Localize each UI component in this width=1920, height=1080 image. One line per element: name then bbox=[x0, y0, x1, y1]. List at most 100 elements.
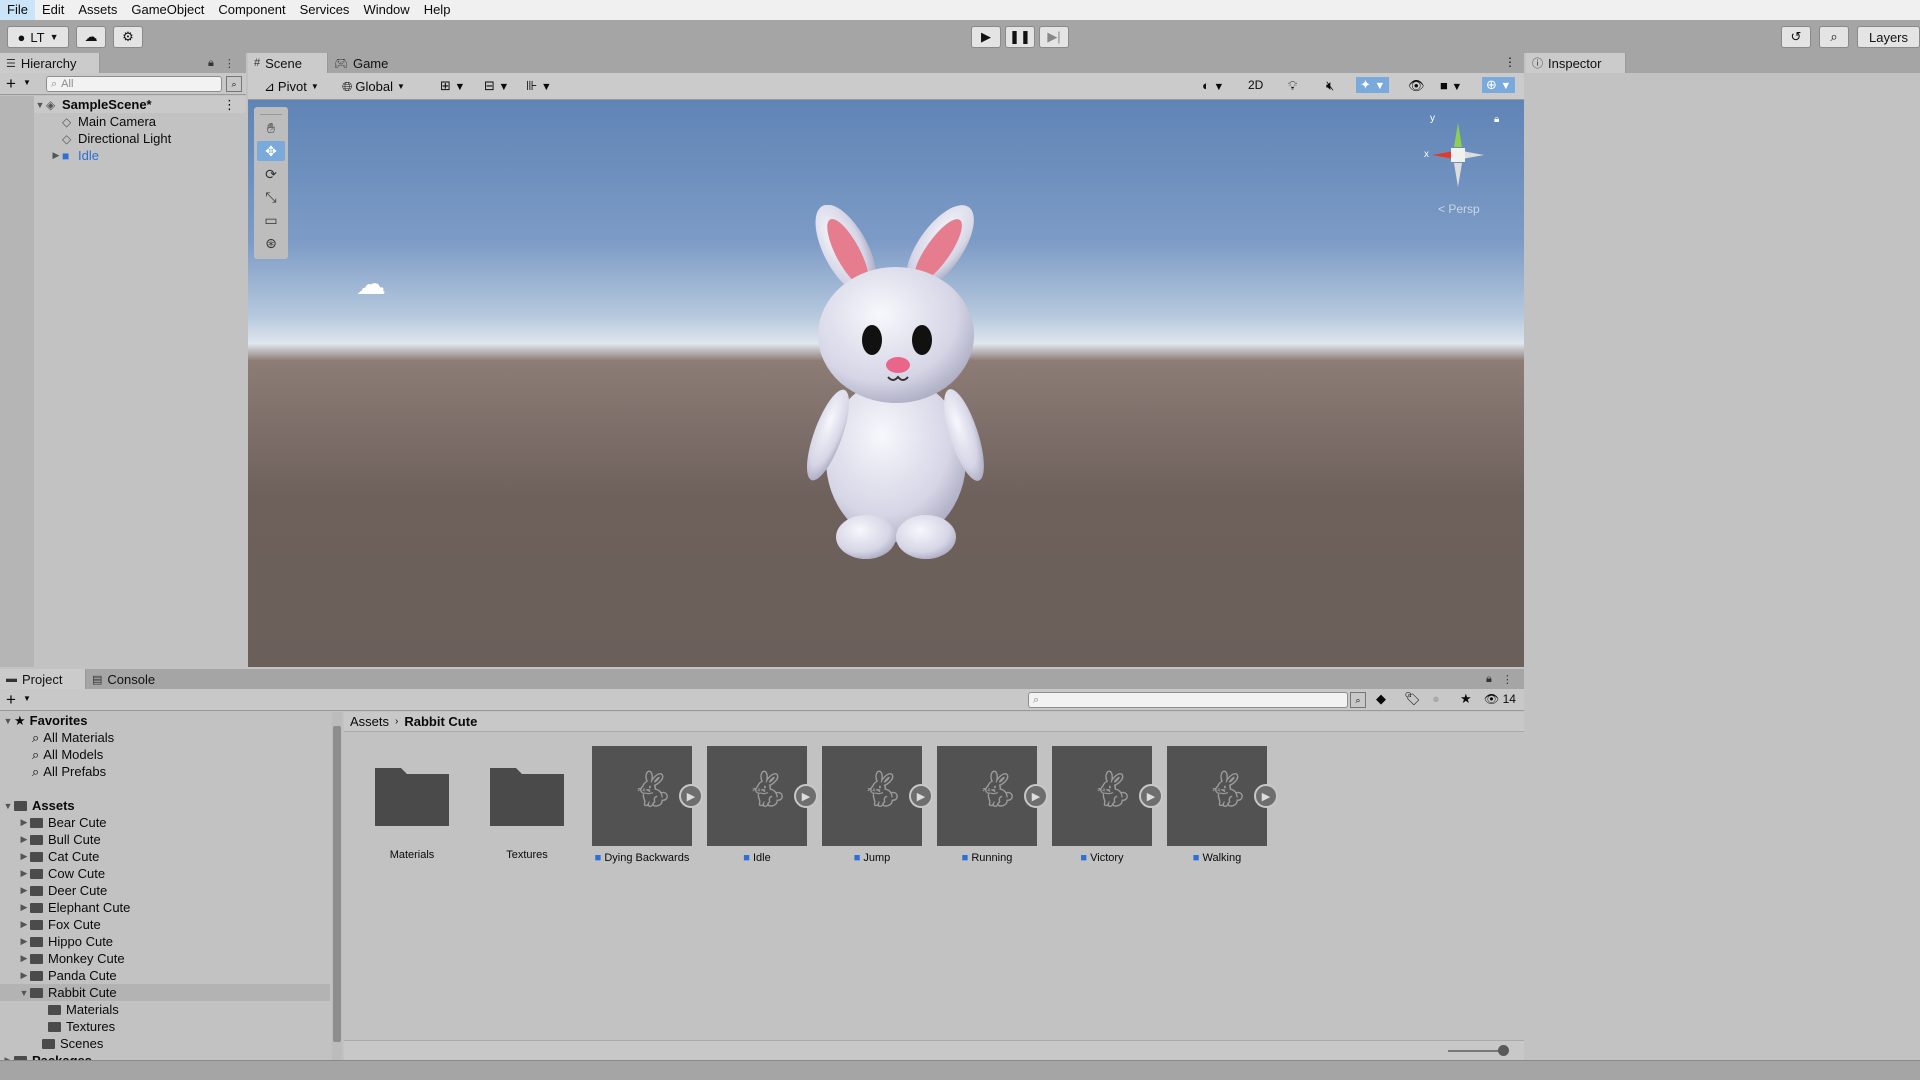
collapsed-arrow-icon[interactable]: ▶ bbox=[18, 970, 30, 981]
history-button[interactable]: ↺ bbox=[1781, 26, 1811, 48]
asset-animation[interactable]: 🐇︎ ▶ ■ Dying Backwards bbox=[592, 746, 703, 864]
collapsed-arrow-icon[interactable]: ▶ bbox=[18, 868, 30, 879]
lock-icon[interactable]: 🔒︎ bbox=[1486, 673, 1492, 686]
tab-hierarchy[interactable]: ☰ Hierarchy bbox=[0, 53, 100, 73]
favorite-star-icon[interactable]: ★ bbox=[1460, 691, 1472, 707]
asset-animation[interactable]: 🐇︎ ▶ ■ Victory bbox=[1052, 746, 1163, 864]
menu-help[interactable]: Help bbox=[417, 0, 458, 20]
asset-animation[interactable]: 🐇︎ ▶ ■ Running bbox=[937, 746, 1048, 864]
expand-arrow-icon[interactable]: ▼ bbox=[2, 801, 14, 811]
asset-animation[interactable]: 🐇︎ ▶ ■ Walking bbox=[1167, 746, 1278, 864]
palette-grip[interactable] bbox=[260, 107, 282, 115]
menu-edit[interactable]: Edit bbox=[35, 0, 71, 20]
gizmos-icon[interactable]: ⊕ ▼ bbox=[1482, 77, 1516, 93]
breadcrumb-current[interactable]: Rabbit Cute bbox=[404, 714, 477, 729]
play-icon[interactable]: ▶ bbox=[1024, 784, 1048, 808]
scene-search-icon[interactable]: ⌕ bbox=[226, 76, 242, 92]
hierarchy-item-main-camera[interactable]: ◇ Main Camera bbox=[62, 113, 156, 130]
hierarchy-item-idle[interactable]: ▶ ■ Idle bbox=[50, 147, 99, 164]
transform-tool-icon[interactable]: ⊛ bbox=[257, 233, 285, 253]
subfolder-row[interactable]: Textures bbox=[48, 1018, 115, 1035]
favorite-item[interactable]: ⌕ All Materials bbox=[32, 729, 114, 746]
project-search-input[interactable]: ⌕ bbox=[1028, 692, 1348, 708]
collapsed-arrow-icon[interactable]: ▶ bbox=[18, 902, 30, 913]
collapsed-arrow-icon[interactable]: ▶ bbox=[50, 150, 62, 161]
kebab-menu-icon[interactable]: ⋮ bbox=[1502, 673, 1513, 686]
expand-arrow-icon[interactable]: ▼ bbox=[2, 716, 14, 726]
tab-scene[interactable]: # Scene bbox=[248, 53, 328, 73]
collapsed-arrow-icon[interactable]: ▶ bbox=[18, 851, 30, 862]
collapsed-arrow-icon[interactable]: ▶ bbox=[18, 936, 30, 947]
expand-arrow-icon[interactable]: ▼ bbox=[34, 100, 46, 110]
add-icon[interactable]: + bbox=[6, 74, 16, 94]
asset-folder-row[interactable]: ▶ Monkey Cute bbox=[18, 950, 125, 967]
asset-folder-row[interactable]: ▶ Cat Cute bbox=[18, 848, 100, 865]
asset-folder-row[interactable]: ▶ Deer Cute bbox=[18, 882, 108, 899]
lock-icon[interactable]: 🔒︎ bbox=[1494, 114, 1499, 125]
menu-component[interactable]: Component bbox=[211, 0, 292, 20]
breadcrumb-assets[interactable]: Assets bbox=[350, 714, 389, 729]
add-icon[interactable]: + bbox=[6, 690, 16, 710]
scenes-folder-row[interactable]: Scenes bbox=[30, 1035, 103, 1052]
play-icon[interactable]: ▶ bbox=[909, 784, 933, 808]
favorite-item[interactable]: ⌕ All Prefabs bbox=[32, 763, 106, 780]
hand-tool-icon[interactable]: ✋︎ bbox=[257, 118, 285, 138]
filter-log-icon[interactable]: ● bbox=[1432, 691, 1440, 706]
hierarchy-search-input[interactable]: ⌕ All bbox=[46, 76, 222, 92]
tab-game[interactable]: 🎮︎ Game bbox=[328, 53, 408, 73]
hierarchy-item-directional-light[interactable]: ◇ Directional Light bbox=[62, 130, 171, 147]
asset-folder-row-selected[interactable]: ▼ Rabbit Cute bbox=[0, 984, 330, 1001]
assets-root-row[interactable]: ▼ Assets bbox=[2, 797, 75, 814]
favorite-item[interactable]: ⌕ All Models bbox=[32, 746, 103, 763]
asset-folder-row[interactable]: ▶ Panda Cute bbox=[18, 967, 117, 984]
effects-icon[interactable]: ✦ ▼ bbox=[1356, 77, 1390, 93]
kebab-menu-icon[interactable]: ⋮ bbox=[223, 97, 236, 113]
tab-project[interactable]: ▬ Project bbox=[0, 669, 86, 689]
global-dropdown[interactable]: 🌐︎ Global ▼ bbox=[342, 77, 405, 96]
asset-folder-row[interactable]: ▶ Bear Cute bbox=[18, 814, 107, 831]
play-icon[interactable]: ▶ bbox=[794, 784, 818, 808]
asset-folder-textures[interactable] bbox=[488, 764, 566, 828]
rotate-tool-icon[interactable]: ⟳ bbox=[257, 164, 285, 184]
zoom-slider-track[interactable] bbox=[1448, 1050, 1504, 1052]
hidden-packages-toggle[interactable]: 👁︎ 14 bbox=[1484, 692, 1516, 706]
layers-dropdown[interactable]: Layers bbox=[1857, 26, 1920, 48]
play-icon[interactable]: ▶ bbox=[679, 784, 703, 808]
rect-tool-icon[interactable]: ▭ bbox=[257, 210, 285, 230]
play-icon[interactable]: ▶ bbox=[1139, 784, 1163, 808]
scrollbar-thumb[interactable] bbox=[333, 726, 341, 1042]
menu-assets[interactable]: Assets bbox=[71, 0, 124, 20]
menu-window[interactable]: Window bbox=[356, 0, 416, 20]
chevron-down-icon[interactable]: ▼ bbox=[23, 78, 31, 87]
project-tree-scrollbar[interactable] bbox=[332, 712, 342, 1060]
tab-inspector[interactable]: ⓘ Inspector bbox=[1526, 53, 1626, 73]
lighting-icon[interactable]: 💡︎ bbox=[1288, 78, 1297, 94]
collapsed-arrow-icon[interactable]: ▶ bbox=[18, 834, 30, 845]
filter-label-icon[interactable]: 🏷︎ bbox=[1404, 691, 1421, 707]
expand-arrow-icon[interactable]: ▼ bbox=[18, 988, 30, 998]
asset-folder-row[interactable]: ▶ Fox Cute bbox=[18, 916, 101, 933]
search-by-type-icon[interactable]: ⌕ bbox=[1350, 692, 1366, 708]
persp-label[interactable]: < Persp bbox=[1438, 202, 1480, 216]
scene-row[interactable]: ▼ ◈ SampleScene* ⋮ bbox=[34, 96, 246, 113]
asset-folder-row[interactable]: ▶ Hippo Cute bbox=[18, 933, 114, 950]
search-button[interactable]: ⌕ bbox=[1819, 26, 1849, 48]
move-tool-icon[interactable]: ✥ bbox=[257, 141, 285, 161]
step-button[interactable]: ▶| bbox=[1039, 26, 1069, 48]
subfolder-row[interactable]: Materials bbox=[48, 1001, 119, 1018]
light-cookie-icon[interactable]: ☁ bbox=[356, 267, 386, 302]
orientation-gizmo-icon[interactable] bbox=[1418, 115, 1498, 195]
account-dropdown[interactable]: ● LT ▼ bbox=[7, 26, 69, 48]
increment-snap-icon[interactable]: ⊟ ▼ bbox=[484, 78, 509, 94]
favorites-row[interactable]: ▼ ★ Favorites bbox=[2, 712, 88, 729]
menu-file[interactable]: File bbox=[0, 0, 35, 20]
kebab-menu-icon[interactable]: ⋮ bbox=[224, 57, 235, 70]
scene-viewport[interactable]: ☁ y x 🔒︎ < Persp bbox=[248, 100, 1524, 667]
camera-icon[interactable]: ■ ▼ bbox=[1440, 78, 1462, 93]
shading-mode-icon[interactable]: ◐ ▼ bbox=[1202, 78, 1224, 93]
asset-folder-materials[interactable] bbox=[373, 764, 451, 828]
collapsed-arrow-icon[interactable]: ▶ bbox=[18, 885, 30, 896]
collapsed-arrow-icon[interactable]: ▶ bbox=[18, 919, 30, 930]
grid-snap-icon[interactable]: ⊞ ▼ bbox=[440, 78, 465, 94]
kebab-menu-icon[interactable]: ⋮ bbox=[1504, 55, 1516, 69]
